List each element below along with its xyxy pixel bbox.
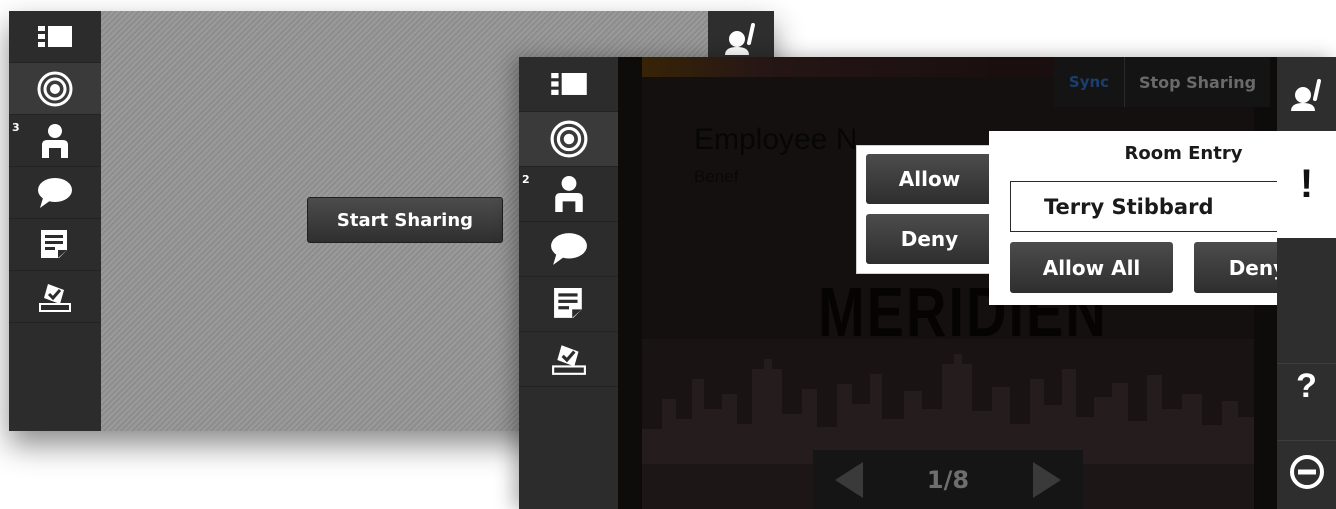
back-sidebar-item-chat[interactable] — [9, 167, 101, 219]
right-bar-divider — [1277, 440, 1336, 441]
sharing-toolbar: Sync Stop Sharing — [1054, 57, 1270, 107]
room-entry-panel: Room Entry Terry Stibbard Allow All Deny… — [989, 131, 1277, 305]
room-entry-title: Room Entry — [1124, 143, 1243, 164]
entry-action-box: Allow Deny — [856, 145, 1003, 274]
front-sidebar-item-layout[interactable] — [519, 57, 618, 112]
front-sidebar: 2 — [519, 57, 618, 509]
front-sidebar-item-notes[interactable] — [519, 277, 618, 332]
notes-icon — [553, 288, 582, 318]
back-sidebar-item-attendees[interactable]: 3 — [9, 115, 101, 167]
slide-pager: 1/8 — [813, 450, 1083, 509]
raise-hand-icon[interactable] — [1289, 77, 1325, 111]
deny-all-button[interactable]: Deny All — [1194, 242, 1277, 293]
front-right-bar: ! ? — [1277, 57, 1336, 509]
front-sidebar-item-poll[interactable] — [519, 332, 618, 387]
entrant-name-row[interactable]: Terry Stibbard — [1010, 181, 1277, 232]
leave-icon[interactable] — [1289, 454, 1325, 490]
page-indicator: 1/8 — [926, 466, 970, 494]
allow-button[interactable]: Allow — [866, 154, 993, 204]
back-sidebar: 3 — [9, 11, 101, 431]
allow-all-button[interactable]: Allow All — [1010, 242, 1173, 293]
poll-icon — [551, 345, 586, 375]
chat-icon — [38, 177, 72, 208]
right-bar-divider — [1277, 363, 1336, 364]
raise-hand-icon[interactable] — [723, 21, 759, 55]
help-button[interactable]: ? — [1277, 367, 1336, 406]
attendee-count-badge: 3 — [12, 121, 20, 134]
alert-icon: ! — [1299, 162, 1314, 206]
back-sidebar-item-notes[interactable] — [9, 219, 101, 271]
chat-icon — [550, 233, 587, 265]
front-tablet-screen: 2 Employee N Benef MERIDIEN Sync Stop Sh… — [519, 57, 1336, 509]
attendees-icon — [554, 176, 583, 212]
sync-button[interactable]: Sync — [1054, 73, 1124, 91]
stop-sharing-button[interactable]: Stop Sharing — [1125, 73, 1270, 92]
layout-icon — [38, 25, 72, 47]
alert-tab[interactable]: ! — [1277, 131, 1336, 238]
previous-slide-icon[interactable] — [833, 460, 865, 500]
target-icon — [550, 120, 587, 158]
notes-icon — [41, 229, 67, 258]
room-entry-actions: Allow All Deny All — [1010, 242, 1277, 293]
layout-icon — [550, 72, 587, 95]
target-icon — [37, 71, 73, 106]
back-sidebar-item-poll[interactable] — [9, 271, 101, 323]
back-sidebar-item-target[interactable] — [9, 63, 101, 115]
room-entry-popup: Allow Deny Room Entry Terry Stibbard All… — [856, 131, 1277, 305]
poll-icon — [39, 283, 71, 312]
next-slide-icon[interactable] — [1031, 460, 1063, 500]
shared-presentation-area: Employee N Benef MERIDIEN Sync Stop Shar… — [618, 57, 1277, 509]
back-sidebar-item-layout[interactable] — [9, 11, 101, 63]
front-sidebar-item-attendees[interactable]: 2 — [519, 167, 618, 222]
deny-button[interactable]: Deny — [866, 214, 993, 264]
front-sidebar-item-target[interactable] — [519, 112, 618, 167]
front-sidebar-item-chat[interactable] — [519, 222, 618, 277]
attendees-icon — [42, 123, 68, 158]
start-sharing-button[interactable]: Start Sharing — [307, 197, 503, 243]
stage: 3 Start Sharing 2 Employee N Benef MERID… — [0, 0, 1336, 509]
attendee-count-badge: 2 — [522, 173, 530, 186]
